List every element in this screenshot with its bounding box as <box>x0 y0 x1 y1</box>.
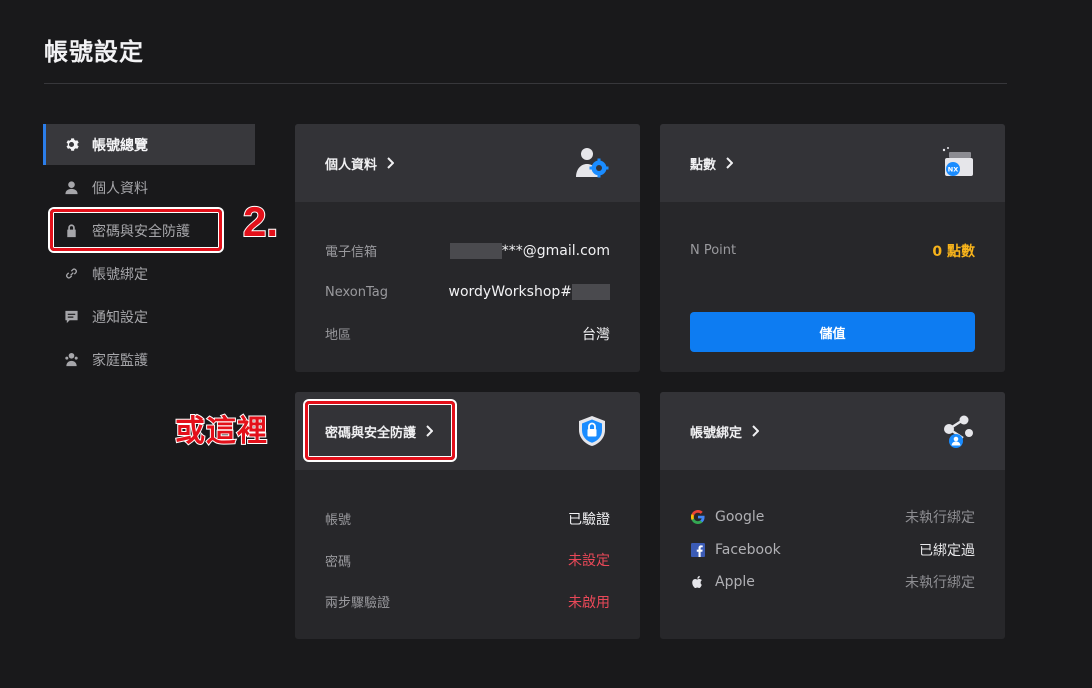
profile-card: 個人資料 電子信箱 ***@gmail.com NexonTag wordyWo… <box>295 124 640 372</box>
points-card-title[interactable]: 點數 <box>690 154 734 173</box>
account-status: 已驗證 <box>568 511 610 528</box>
sidebar-item-overview[interactable]: 帳號總覽 <box>43 124 255 165</box>
facebook-label: Facebook <box>715 541 781 558</box>
points-card-header[interactable]: 點數 NX <box>660 124 1005 202</box>
apple-brand: Apple <box>690 574 755 590</box>
email-redaction <box>449 242 502 259</box>
family-icon <box>63 352 79 368</box>
nexontag-redaction <box>572 284 610 301</box>
apple-icon <box>690 575 705 590</box>
profile-row-region: 地區 台灣 <box>325 313 610 355</box>
sidebar-item-profile[interactable]: 個人資料 <box>43 167 255 208</box>
google-icon <box>690 510 705 525</box>
google-label: Google <box>715 509 765 526</box>
points-card: 點數 NX N Point 0 點數 儲值 <box>660 124 1005 372</box>
password-label: 密碼 <box>325 554 352 570</box>
sidebar-item-binding[interactable]: 帳號綁定 <box>43 253 255 294</box>
title-divider <box>44 83 1007 84</box>
region-label: 地區 <box>325 328 352 344</box>
sidebar-item-family[interactable]: 家庭監護 <box>43 339 255 380</box>
sidebar-item-label: 帳號總覽 <box>92 137 148 154</box>
password-status: 未設定 <box>568 553 610 570</box>
profile-card-header[interactable]: 個人資料 <box>295 124 640 202</box>
security-row-2fa: 兩步驟驗證 未啟用 <box>325 581 610 623</box>
binding-card-title-text: 帳號綁定 <box>690 425 743 441</box>
apple-status: 未執行綁定 <box>905 575 975 592</box>
topup-button[interactable]: 儲值 <box>690 312 975 352</box>
link-icon <box>63 266 79 282</box>
email-value-wrap: ***@gmail.com <box>449 242 610 259</box>
chevron-right-icon <box>726 157 734 169</box>
email-value: ***@gmail.com <box>501 242 610 259</box>
sidebar-item-label: 個人資料 <box>92 180 148 197</box>
points-card-title-text: 點數 <box>690 157 717 173</box>
region-value: 台灣 <box>582 326 610 343</box>
points-row: N Point 0 點數 <box>690 230 975 272</box>
two-step-label: 兩步驟驗證 <box>325 596 391 612</box>
email-label: 電子信箱 <box>325 245 378 261</box>
account-label: 帳號 <box>325 513 352 529</box>
profile-card-title[interactable]: 個人資料 <box>325 154 395 173</box>
binding-card: 帳號綁定 Google 未執行綁定 Facebook 已綁定過 Apple 未執… <box>660 392 1005 639</box>
chevron-right-icon <box>752 425 760 437</box>
message-icon <box>63 309 79 325</box>
annotation-or-here: 或這裡 <box>174 413 268 450</box>
google-status: 未執行綁定 <box>905 510 975 527</box>
gear-icon <box>63 137 79 153</box>
nx-wallet-icon: NX <box>942 147 973 176</box>
account-settings-page: 帳號設定 帳號總覽 個人資料 密碼與安全防護 帳號綁定 通知設定 家庭監護 2.… <box>0 0 1092 688</box>
apple-label: Apple <box>715 574 755 591</box>
nexontag-value-wrap: wordyWorkshop# <box>448 284 610 301</box>
sidebar-item-label: 通知設定 <box>92 309 148 326</box>
sidebar-item-label: 帳號綁定 <box>92 266 148 283</box>
profile-row-nexontag: NexonTag wordyWorkshop# <box>325 272 610 314</box>
two-step-status: 未啟用 <box>568 594 610 611</box>
facebook-brand: Facebook <box>690 542 781 558</box>
share-network-icon <box>944 415 973 448</box>
binding-row-google: Google 未執行綁定 <box>690 501 975 534</box>
sidebar-item-notifications[interactable]: 通知設定 <box>43 296 255 337</box>
highlight-security-card-title <box>305 401 455 460</box>
profile-card-title-text: 個人資料 <box>325 157 378 173</box>
security-row-password: 密碼 未設定 <box>325 540 610 582</box>
annotation-step-number: 2. <box>242 197 279 246</box>
profile-row-email: 電子信箱 ***@gmail.com <box>325 230 610 272</box>
binding-row-facebook: Facebook 已綁定過 <box>690 534 975 567</box>
user-icon <box>63 180 79 196</box>
facebook-icon <box>690 542 705 557</box>
npoint-label: N Point <box>690 243 737 259</box>
sidebar-item-label: 家庭監護 <box>92 352 148 369</box>
google-brand: Google <box>690 509 764 525</box>
chevron-right-icon <box>387 157 395 169</box>
sidebar: 帳號總覽 個人資料 密碼與安全防護 帳號綁定 通知設定 家庭監護 <box>43 124 255 382</box>
svg-text:NX: NX <box>948 166 958 174</box>
page-title: 帳號設定 <box>44 38 144 66</box>
npoint-value: 0 點數 <box>932 243 975 260</box>
facebook-status: 已綁定過 <box>919 542 975 559</box>
security-row-account: 帳號 已驗證 <box>325 498 610 540</box>
nexontag-value: wordyWorkshop# <box>448 284 573 301</box>
nexontag-label: NexonTag <box>325 284 388 300</box>
binding-card-header[interactable]: 帳號綁定 <box>660 392 1005 470</box>
highlight-sidebar-security <box>50 209 222 251</box>
person-gear-icon <box>576 148 609 178</box>
binding-row-apple: Apple 未執行綁定 <box>690 566 975 599</box>
shield-lock-icon <box>579 416 605 446</box>
binding-card-title[interactable]: 帳號綁定 <box>690 422 760 441</box>
